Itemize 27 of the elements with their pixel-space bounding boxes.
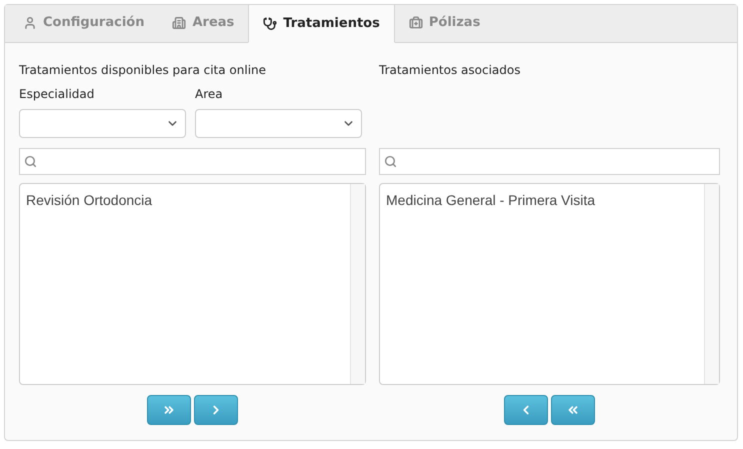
tab[interactable]: Tratamientos [248, 4, 395, 43]
section-title: Tratamientos disponibles para cita online [19, 62, 268, 79]
double-chevron-left-icon [566, 403, 580, 417]
scrollbar[interactable] [350, 184, 365, 384]
move-all-right-button[interactable] [147, 395, 191, 425]
stethoscope-icon [263, 16, 278, 30]
move-right-button[interactable] [194, 395, 238, 425]
search-field[interactable] [379, 148, 720, 175]
dropdown[interactable] [19, 109, 186, 138]
list-item[interactable]: Revisión Ortodoncia [26, 190, 152, 211]
double-chevron-right-icon [162, 403, 176, 417]
list-box[interactable]: Revisión Ortodoncia [19, 183, 366, 385]
dropdown[interactable] [195, 109, 362, 138]
move-left-button[interactable] [504, 395, 548, 425]
field-label: Especialidad [19, 86, 96, 103]
list-item[interactable]: Medicina General - Primera Visita [386, 190, 596, 211]
search-field[interactable] [19, 148, 366, 175]
scrollbar[interactable] [704, 184, 719, 384]
user-icon [23, 16, 37, 30]
list-box[interactable]: Medicina General - Primera Visita [379, 183, 720, 385]
search-icon [384, 155, 397, 168]
field-label: Area [195, 86, 224, 103]
search-icon [24, 155, 37, 168]
medical-case-icon [408, 16, 423, 30]
move-all-left-button[interactable] [551, 395, 595, 425]
section-title: Tratamientos asociados [379, 62, 522, 79]
building-icon [172, 16, 186, 30]
